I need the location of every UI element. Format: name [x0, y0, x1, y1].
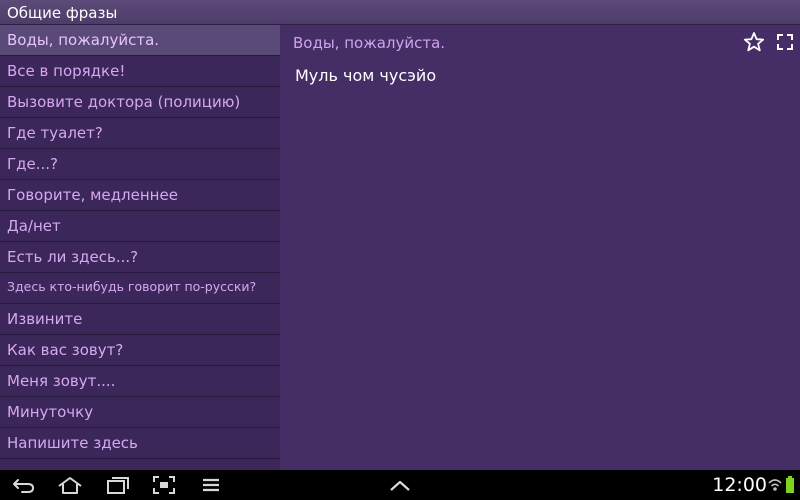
- phrase-item[interactable]: Да/нет: [0, 211, 280, 242]
- phrase-list: Воды, пожалуйста. Все в порядке! Вызовит…: [0, 25, 280, 470]
- recent-apps-icon[interactable]: [104, 474, 132, 496]
- phrase-label: Воды, пожалуйста.: [7, 31, 160, 49]
- phrase-label: Меня зовут....: [7, 372, 116, 390]
- phrase-detail: Воды, пожалуйста. Муль чом чусэйо: [280, 25, 800, 470]
- phrase-label: Есть ли здесь...?: [7, 248, 139, 266]
- title-bar: Общие фразы: [0, 0, 800, 25]
- phrase-item[interactable]: Здесь кто-нибудь говорит по-русски?: [0, 273, 280, 304]
- phrase-label: Да/нет: [7, 217, 61, 235]
- phrase-label: Где туалет?: [7, 124, 103, 142]
- back-icon[interactable]: [10, 474, 38, 496]
- phrase-label: Здесь кто-нибудь говорит по-русски?: [7, 279, 257, 294]
- phrase-item[interactable]: Минуточку: [0, 397, 280, 428]
- star-outline-icon[interactable]: [742, 30, 766, 54]
- phrase-label: Как вас зовут?: [7, 341, 124, 359]
- source-phrase: Воды, пожалуйста.: [293, 34, 446, 52]
- phrase-item[interactable]: Как вас зовут?: [0, 335, 280, 366]
- phrase-item[interactable]: Где...?: [0, 149, 280, 180]
- phrase-item[interactable]: Где туалет?: [0, 118, 280, 149]
- wifi-icon: [768, 476, 782, 494]
- phrase-item[interactable]: Вызовите доктора (полицию): [0, 87, 280, 118]
- screenshot-icon[interactable]: [150, 474, 178, 496]
- chevron-up-icon[interactable]: [386, 474, 414, 496]
- phrase-item[interactable]: Напишите здесь: [0, 428, 280, 459]
- phrase-item[interactable]: Меня зовут....: [0, 366, 280, 397]
- system-navigation-bar: 12:00: [0, 470, 800, 500]
- status-clock: 12:00: [712, 474, 767, 496]
- phrase-label: Где...?: [7, 155, 59, 173]
- phrase-label: Вызовите доктора (полицию): [7, 93, 241, 111]
- phrase-item[interactable]: Извините: [0, 304, 280, 335]
- phrase-item[interactable]: Воды, пожалуйста.: [0, 25, 280, 56]
- phrase-item[interactable]: Все в порядке!: [0, 56, 280, 87]
- phrase-label: Говорите, медленнее: [7, 186, 178, 204]
- phrase-label: Минуточку: [7, 403, 94, 421]
- phrase-item[interactable]: Говорите, медленнее: [0, 180, 280, 211]
- fullscreen-icon[interactable]: [773, 30, 797, 54]
- phrase-label: Напишите здесь: [7, 434, 138, 452]
- menu-icon[interactable]: [197, 474, 225, 496]
- home-icon[interactable]: [56, 474, 84, 496]
- app-title: Общие фразы: [7, 4, 118, 22]
- phrase-item[interactable]: Есть ли здесь...?: [0, 242, 280, 273]
- battery-icon: [785, 476, 795, 494]
- app-window: Общие фразы Воды, пожалуйста. Все в поря…: [0, 0, 800, 500]
- phrase-label: Все в порядке!: [7, 62, 126, 80]
- translated-phrase: Муль чом чусэйо: [295, 66, 437, 85]
- phrase-label: Извините: [7, 310, 83, 328]
